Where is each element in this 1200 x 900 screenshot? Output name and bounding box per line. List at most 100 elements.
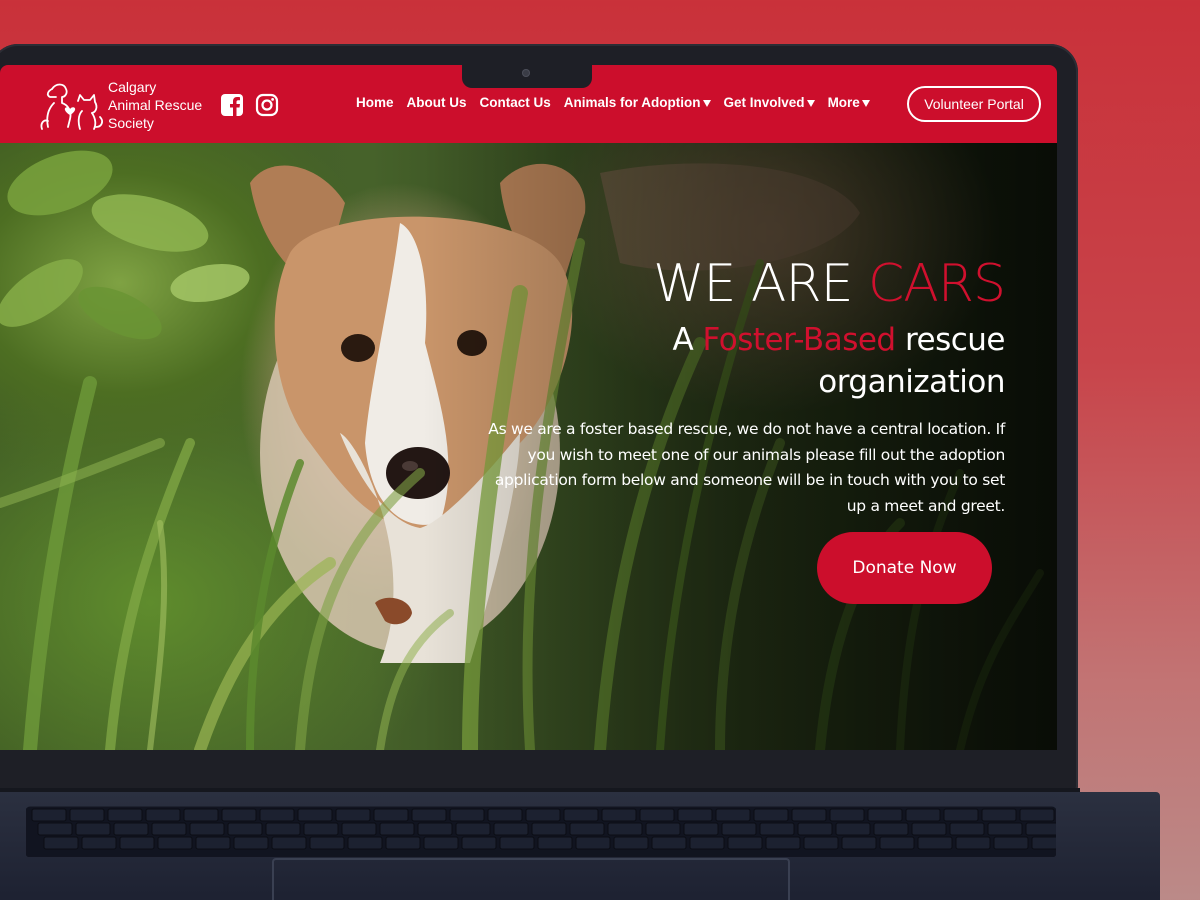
- keyboard-key: [107, 808, 143, 822]
- hero-subtitle: A Foster-Based rescue organization: [485, 319, 1005, 403]
- chevron-down-icon: [861, 99, 870, 107]
- hero-title-accent: CARS: [867, 254, 1006, 314]
- nav-get-involved-label: Get Involved: [723, 95, 805, 110]
- keyboard-key: [955, 836, 991, 850]
- chevron-down-icon: [702, 99, 711, 107]
- keyboard-key: [525, 808, 561, 822]
- keyboard-key: [221, 808, 257, 822]
- keyboard-key: [537, 836, 573, 850]
- keyboard-key: [873, 822, 909, 836]
- keyboard-key: [993, 836, 1029, 850]
- nav-more[interactable]: More: [828, 95, 870, 110]
- keyboard-key: [575, 836, 611, 850]
- dog-and-cat-logo-icon[interactable]: [38, 79, 108, 131]
- brand-name[interactable]: Calgary Animal Rescue Society: [108, 78, 202, 132]
- keyboard-key: [803, 836, 839, 850]
- keyboard-key: [683, 822, 719, 836]
- hero-title: WE ARE CARS: [485, 254, 1006, 314]
- keyboard-key: [37, 822, 73, 836]
- hero-text-block: WE ARE CARS A Foster-Based rescue organi…: [485, 254, 1006, 519]
- hero-subtitle-prefix: A: [672, 322, 703, 358]
- keyboard-key: [879, 836, 915, 850]
- keyboard-key: [183, 808, 219, 822]
- keyboard-key: [841, 836, 877, 850]
- keyboard-key: [449, 808, 485, 822]
- trackpad: [272, 858, 790, 900]
- keyboard-key: [227, 822, 263, 836]
- keyboard-key: [373, 808, 409, 822]
- chevron-down-icon: [806, 99, 815, 107]
- keyboard-key: [417, 822, 453, 836]
- nav-more-label: More: [827, 95, 860, 110]
- hero-subtitle-suffix: rescue: [895, 322, 1006, 358]
- keyboard-key: [835, 822, 871, 836]
- keyboard-key: [569, 822, 605, 836]
- keyboard-key: [981, 808, 1017, 822]
- keyboard-key: [271, 836, 307, 850]
- keyboard-key: [797, 822, 833, 836]
- keyboard-key: [347, 836, 383, 850]
- keyboard-key: [335, 808, 371, 822]
- donate-now-button[interactable]: Donate Now: [817, 532, 992, 604]
- keyboard-key: [309, 836, 345, 850]
- keyboard-key: [69, 808, 105, 822]
- nav-home[interactable]: Home: [356, 95, 394, 110]
- nav-contact-us[interactable]: Contact Us: [480, 95, 551, 110]
- nav-contact-us-label: Contact Us: [479, 95, 551, 110]
- keyboard-key: [487, 808, 523, 822]
- keyboard-key: [195, 836, 231, 850]
- keyboard-key: [607, 822, 643, 836]
- nav-about-us[interactable]: About Us: [407, 95, 467, 110]
- keyboard-key: [461, 836, 497, 850]
- keyboard-key: [157, 836, 193, 850]
- keyboard-key: [81, 836, 117, 850]
- keyboard-key: [297, 808, 333, 822]
- keyboard-key: [531, 822, 567, 836]
- keyboard-key: [411, 808, 447, 822]
- keyboard-key: [727, 836, 763, 850]
- keyboard-key: [151, 822, 187, 836]
- brand-name-line3: Society: [108, 115, 154, 131]
- nav-about-us-label: About Us: [406, 95, 467, 110]
- keyboard-key: [639, 808, 675, 822]
- hero-section: WE ARE CARS A Foster-Based rescue organi…: [0, 143, 1057, 750]
- keyboard-key: [455, 822, 491, 836]
- keyboard-key: [917, 836, 953, 850]
- keyboard-key: [829, 808, 865, 822]
- keyboard-key: [1031, 836, 1056, 850]
- keyboard-key: [905, 808, 941, 822]
- camera-notch: [462, 64, 592, 88]
- keyboard-key: [385, 836, 421, 850]
- keyboard-key: [189, 822, 225, 836]
- hero-subtitle-accent: Foster-Based: [702, 322, 897, 358]
- keyboard-key: [423, 836, 459, 850]
- keyboard-key: [987, 822, 1023, 836]
- nav-animals-for-adoption-label: Animals for Adoption: [563, 95, 701, 110]
- keyboard-key: [119, 836, 155, 850]
- brand-name-line1: Calgary: [108, 79, 157, 95]
- keyboard-key: [31, 808, 67, 822]
- keyboard-key: [265, 822, 301, 836]
- keyboard-key: [867, 808, 903, 822]
- keyboard-key: [677, 808, 713, 822]
- keyboard-key: [563, 808, 599, 822]
- website-screen: Calgary Animal Rescue Society Home About…: [0, 65, 1057, 750]
- keyboard-key: [759, 822, 795, 836]
- keyboard-key: [303, 822, 339, 836]
- hero-title-prefix: WE ARE: [653, 254, 868, 314]
- volunteer-portal-button[interactable]: Volunteer Portal: [907, 86, 1041, 122]
- keyboard-key: [75, 822, 111, 836]
- nav-animals-for-adoption[interactable]: Animals for Adoption: [564, 95, 711, 110]
- nav-get-involved[interactable]: Get Involved: [724, 95, 815, 110]
- facebook-icon[interactable]: [220, 93, 244, 117]
- brand-name-line2: Animal Rescue: [108, 97, 203, 113]
- keyboard-key: [493, 822, 529, 836]
- keyboard-key: [1019, 808, 1055, 822]
- keyboard-key: [765, 836, 801, 850]
- instagram-icon[interactable]: [255, 93, 279, 117]
- nav-home-label: Home: [356, 95, 394, 110]
- keyboard-key: [715, 808, 751, 822]
- keyboard-key: [943, 808, 979, 822]
- keyboard-key: [753, 808, 789, 822]
- hero-description: As we are a foster based rescue, we do n…: [488, 420, 1005, 515]
